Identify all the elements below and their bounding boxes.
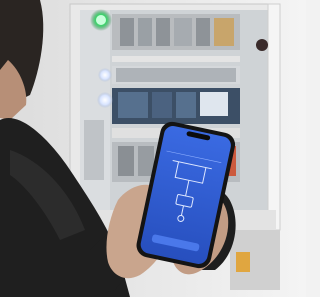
breaker-row-3: [112, 88, 240, 124]
white-indicator-light-2: [97, 92, 113, 108]
din-rail: [112, 56, 240, 62]
photo-scene: [0, 0, 306, 297]
breaker-row-2: [112, 66, 240, 84]
white-indicator-light: [98, 68, 112, 82]
scene-svg: [0, 0, 306, 297]
breaker-row-1: [112, 14, 240, 50]
cabinet-lock: [256, 39, 268, 51]
